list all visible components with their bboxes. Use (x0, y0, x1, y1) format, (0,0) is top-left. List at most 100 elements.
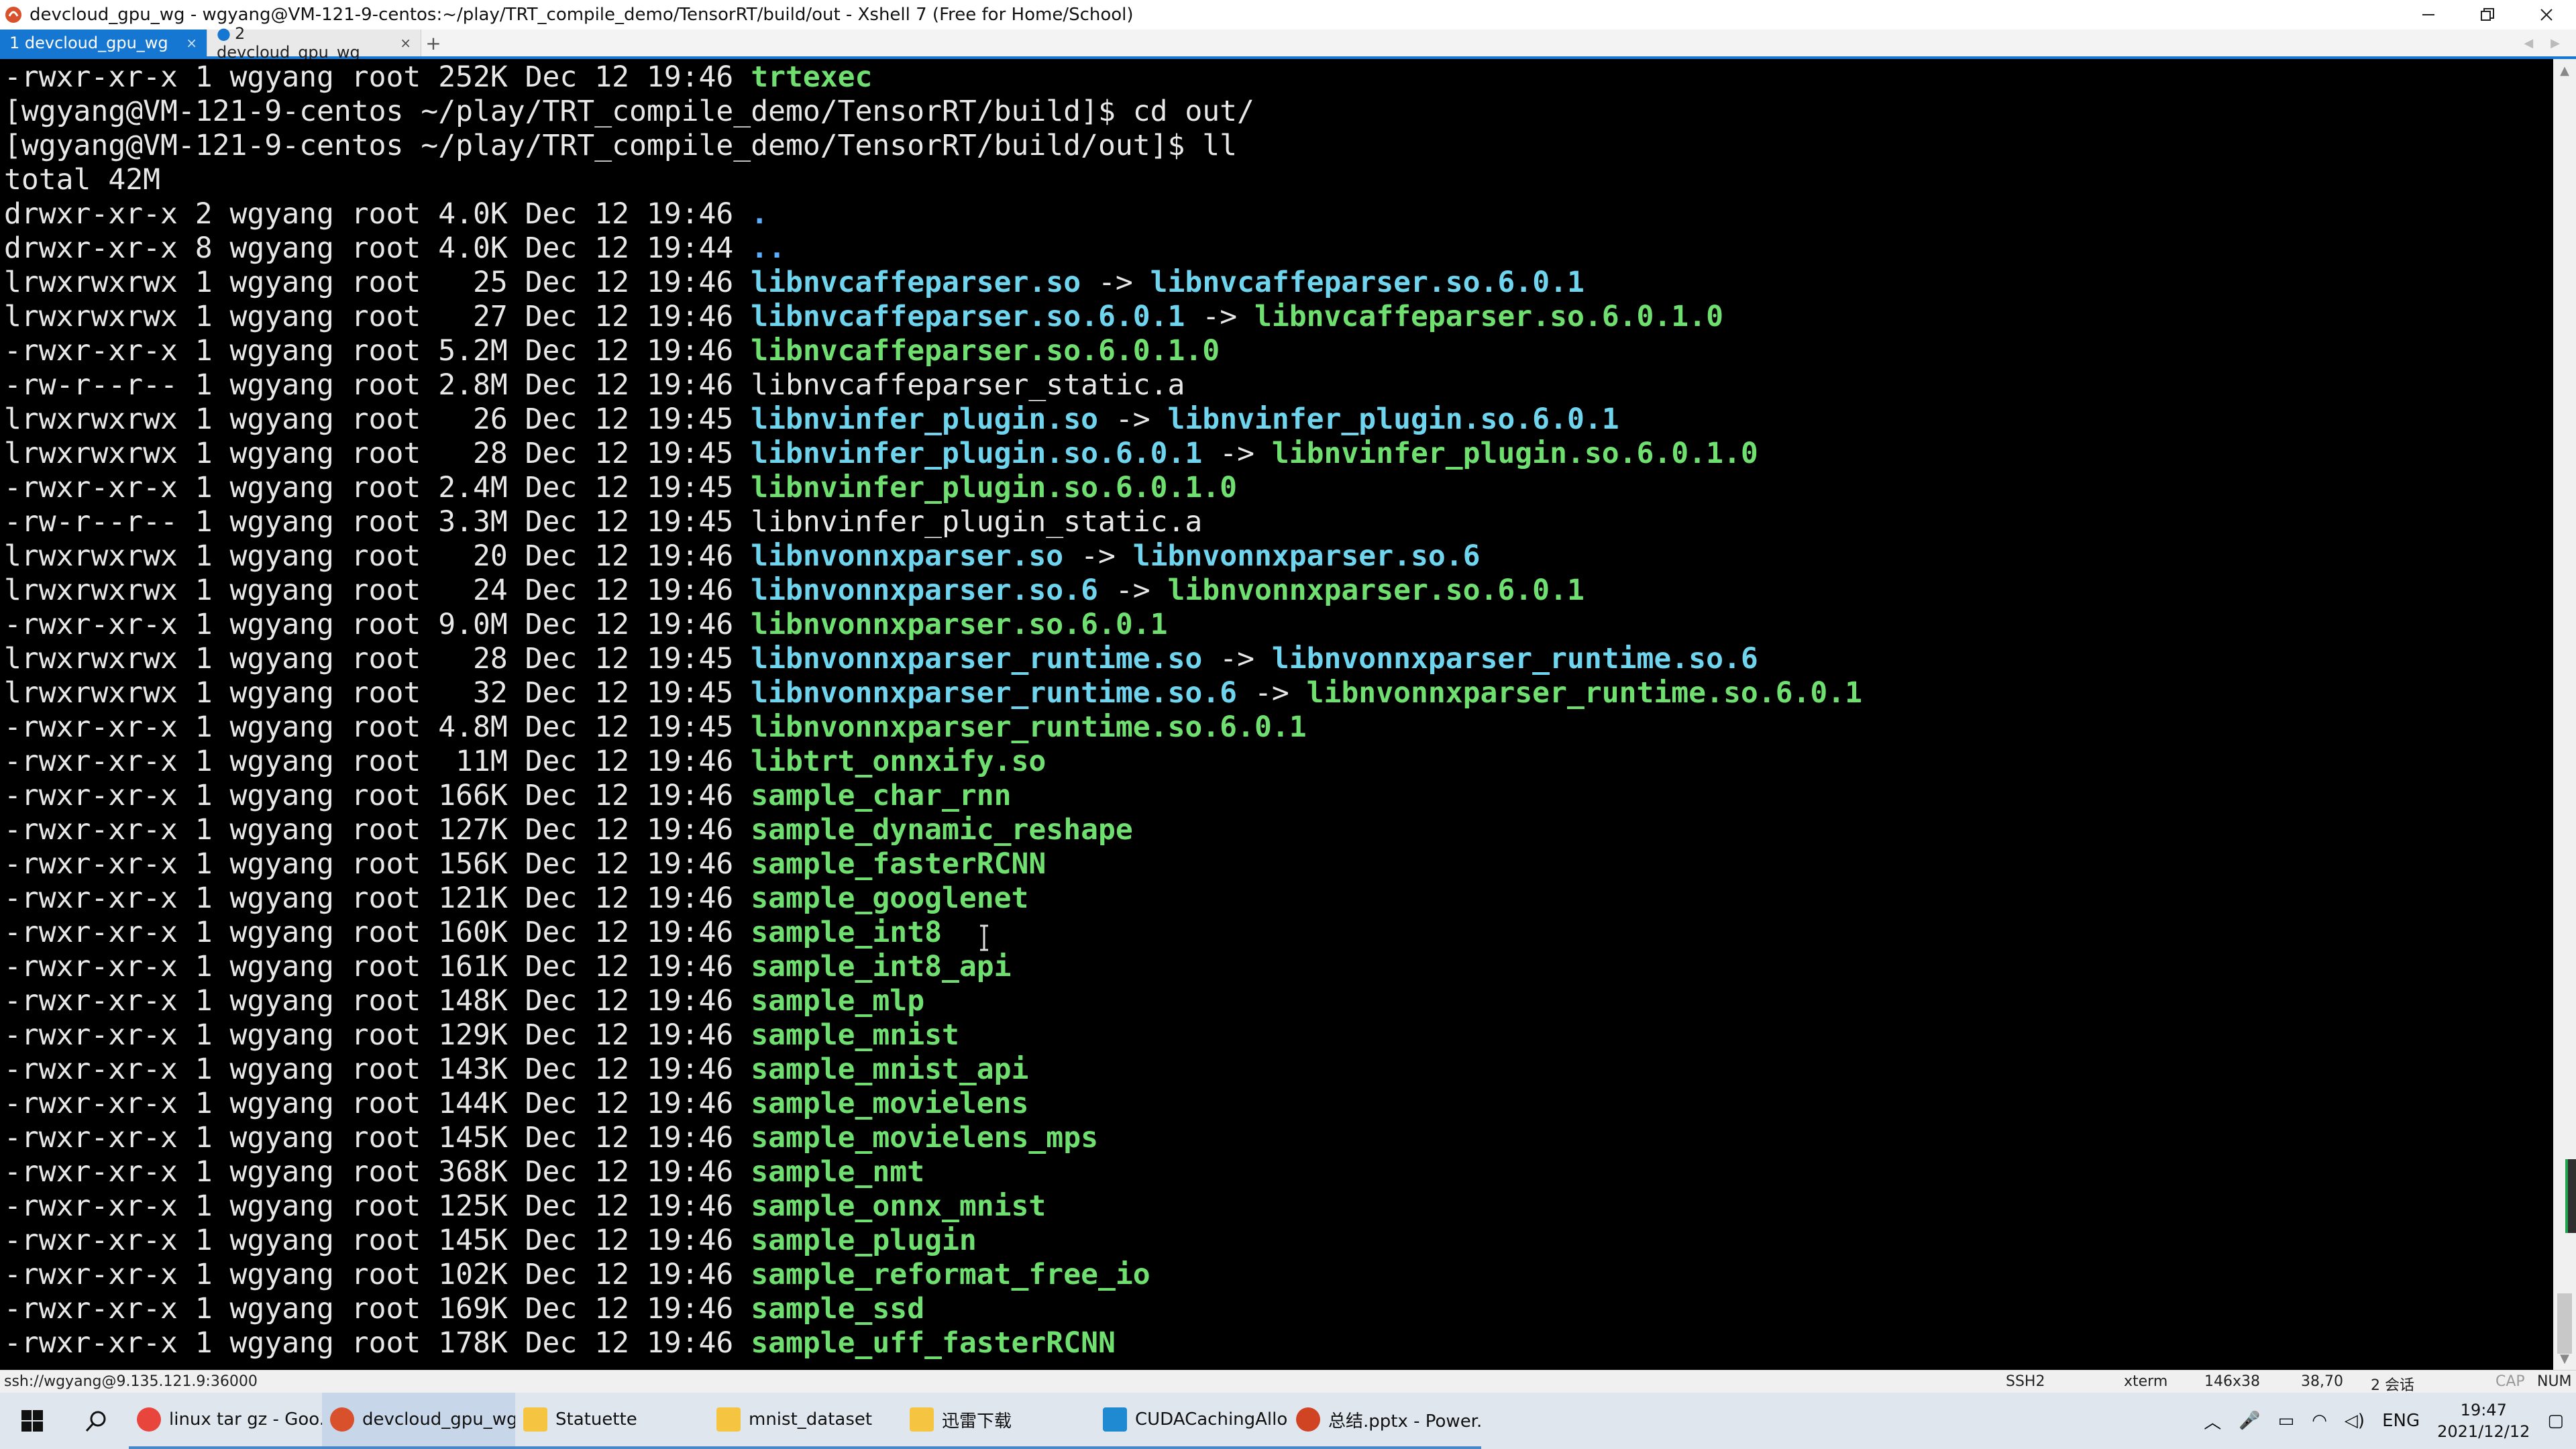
line-prefix: lrwxrwxrwx 1 wgyang root 25 Dec 12 19:46 (4, 266, 751, 299)
line-prefix: -rwxr-xr-x 1 wgyang root 160K Dec 12 19:… (4, 916, 751, 949)
link-arrow: -> (1097, 574, 1168, 607)
tray-chevron-icon[interactable]: ︿ (2204, 1409, 2221, 1434)
file-name: sample_movielens_mps (751, 1121, 1098, 1155)
line-prefix: -rwxr-xr-x 1 wgyang root 102K Dec 12 19:… (4, 1258, 751, 1291)
folder-icon (910, 1407, 934, 1432)
taskbar-app[interactable]: Statuette (515, 1393, 708, 1449)
new-tab-button[interactable]: + (421, 30, 445, 56)
line-prefix: [wgyang@VM-121-9-centos ~/play/TRT_compi… (4, 95, 1254, 128)
terminal-line: -rwxr-xr-x 1 wgyang root 9.0M Dec 12 19:… (4, 608, 2557, 642)
scroll-thumb[interactable] (2557, 1293, 2572, 1354)
search-icon (85, 1411, 106, 1432)
notification-icon[interactable]: ▢ (2547, 1411, 2564, 1431)
scroll-up-icon[interactable]: ▲ (2553, 59, 2576, 82)
file-name: sample_movielens (751, 1087, 1029, 1120)
minimize-icon (2422, 14, 2434, 15)
line-prefix: -rwxr-xr-x 1 wgyang root 4.8M Dec 12 19:… (4, 710, 751, 744)
link-arrow: -> (1185, 300, 1254, 333)
windows-icon (21, 1410, 43, 1432)
search-button[interactable] (64, 1393, 129, 1449)
line-prefix: -rwxr-xr-x 1 wgyang root 169K Dec 12 19:… (4, 1292, 751, 1326)
link-arrow: -> (1202, 642, 1272, 676)
file-name: libnvcaffeparser_static.a (751, 368, 1185, 402)
folder-icon (523, 1407, 547, 1432)
file-name: libnvonnxparser.so.6 (751, 574, 1098, 607)
line-prefix: lrwxrwxrwx 1 wgyang root 20 Dec 12 19:46 (4, 539, 751, 573)
xshell-icon (5, 7, 21, 23)
terminal-line: lrwxrwxrwx 1 wgyang root 28 Dec 12 19:45… (4, 437, 2557, 471)
line-prefix: -rw-r--r-- 1 wgyang root 3.3M Dec 12 19:… (4, 505, 751, 539)
file-name: sample_fasterRCNN (751, 847, 1046, 881)
taskbar-app[interactable]: mnist_dataset (708, 1393, 902, 1449)
taskbar-app-label: linux tar gz - Goo... (169, 1409, 322, 1430)
status-connection: ssh://wgyang@9.135.121.9:36000 (4, 1373, 258, 1390)
scroll-marker (2565, 1159, 2576, 1233)
taskbar-app[interactable]: CUDACachingAllo... (1095, 1393, 1288, 1449)
text-cursor-icon (980, 924, 988, 951)
terminal-output[interactable]: -rwxr-xr-x 1 wgyang root 252K Dec 12 19:… (0, 59, 2557, 1371)
taskbar-app[interactable]: 迅雷下载 (902, 1393, 1095, 1449)
tab-session-1[interactable]: 1 devcloud_gpu_wg × (0, 30, 207, 56)
clock-date: 2021/12/12 (2437, 1422, 2530, 1441)
taskbar-app[interactable]: linux tar gz - Goo... (129, 1393, 322, 1449)
file-name: sample_nmt (751, 1155, 925, 1189)
file-name: sample_int8_api (751, 950, 1012, 983)
close-button[interactable] (2517, 0, 2576, 30)
link-target: libnvinfer_plugin.so.6.0.1.0 (1271, 437, 1758, 470)
start-button[interactable] (0, 1393, 64, 1449)
terminal-line: -rwxr-xr-x 1 wgyang root 4.8M Dec 12 19:… (4, 710, 2557, 745)
taskbar-app[interactable]: 总结.pptx - Power... (1288, 1393, 1481, 1449)
file-name: trtexec (751, 60, 873, 94)
line-prefix: lrwxrwxrwx 1 wgyang root 27 Dec 12 19:46 (4, 300, 751, 333)
wifi-icon[interactable]: ◠ (2312, 1411, 2327, 1431)
taskbar-app-label: mnist_dataset (749, 1409, 873, 1430)
line-prefix: lrwxrwxrwx 1 wgyang root 26 Dec 12 19:45 (4, 402, 751, 436)
microphone-icon[interactable]: 🎤 (2239, 1411, 2260, 1431)
tab-close-icon[interactable]: × (186, 35, 197, 51)
line-prefix: -rwxr-xr-x 1 wgyang root 161K Dec 12 19:… (4, 950, 751, 983)
terminal-line: -rwxr-xr-x 1 wgyang root 178K Dec 12 19:… (4, 1326, 2557, 1360)
taskbar-app-label: devcloud_gpu_wg... (362, 1409, 515, 1430)
clock-time: 19:47 (2460, 1401, 2507, 1419)
tab-close-icon[interactable]: × (400, 35, 411, 51)
file-name: libtrt_onnxify.so (751, 745, 1046, 778)
file-name: libnvcaffeparser.so.6.0.1 (751, 300, 1185, 333)
terminal-scrollbar[interactable]: ▲ ▼ (2553, 59, 2576, 1370)
line-prefix: -rwxr-xr-x 1 wgyang root 178K Dec 12 19:… (4, 1326, 751, 1360)
taskbar-app[interactable]: devcloud_gpu_wg... (322, 1393, 515, 1449)
taskbar-app-label: Statuette (555, 1409, 637, 1430)
volume-icon[interactable]: ◁) (2345, 1411, 2365, 1431)
window-title: devcloud_gpu_wg - wgyang@VM-121-9-centos… (30, 5, 1134, 25)
file-name: .. (751, 231, 786, 265)
tab-session-2[interactable]: ● 2 devcloud_gpu_wg × (207, 24, 421, 62)
tab-next-icon[interactable]: ▶ (2551, 36, 2560, 50)
terminal-line: -rwxr-xr-x 1 wgyang root 166K Dec 12 19:… (4, 779, 2557, 813)
terminal-line: [wgyang@VM-121-9-centos ~/play/TRT_compi… (4, 95, 2557, 129)
link-arrow: -> (1202, 437, 1272, 470)
line-prefix: total 42M (4, 163, 160, 197)
terminal-line: -rwxr-xr-x 1 wgyang root 161K Dec 12 19:… (4, 950, 2557, 984)
tab-prev-icon[interactable]: ◀ (2524, 36, 2533, 50)
minimize-button[interactable] (2399, 0, 2458, 30)
terminal-line: -rwxr-xr-x 1 wgyang root 129K Dec 12 19:… (4, 1018, 2557, 1053)
scroll-down-icon[interactable]: ▼ (2553, 1347, 2576, 1370)
file-name: sample_mnist_api (751, 1053, 1029, 1086)
chrome-icon (137, 1407, 161, 1432)
terminal-line: -rw-r--r-- 1 wgyang root 2.8M Dec 12 19:… (4, 368, 2557, 402)
taskbar-app-label: 总结.pptx - Power... (1328, 1411, 1481, 1432)
line-prefix: drwxr-xr-x 8 wgyang root 4.0K Dec 12 19:… (4, 231, 751, 265)
status-protocol: SSH2 (2006, 1373, 2045, 1390)
windows-taskbar: linux tar gz - Goo... devcloud_gpu_wg... S… (0, 1393, 2576, 1449)
file-name: libnvonnxparser_runtime.so.6 (751, 676, 1238, 710)
restore-button[interactable] (2458, 0, 2517, 30)
clock[interactable]: 19:47 2021/12/12 (2437, 1399, 2530, 1442)
terminal-line: -rwxr-xr-x 1 wgyang root 156K Dec 12 19:… (4, 847, 2557, 881)
file-name: libnvonnxparser.so (751, 539, 1064, 573)
language-indicator[interactable]: ENG (2382, 1411, 2420, 1431)
status-sessions[interactable]: 2 会话 (2371, 1373, 2414, 1395)
line-prefix: -rwxr-xr-x 1 wgyang root 127K Dec 12 19:… (4, 813, 751, 847)
terminal-line: total 42M (4, 163, 2557, 197)
taskbar-apps: linux tar gz - Goo... devcloud_gpu_wg... S… (129, 1393, 1481, 1449)
battery-icon[interactable]: ▭ (2278, 1411, 2295, 1431)
line-prefix: -rwxr-xr-x 1 wgyang root 2.4M Dec 12 19:… (4, 471, 751, 504)
